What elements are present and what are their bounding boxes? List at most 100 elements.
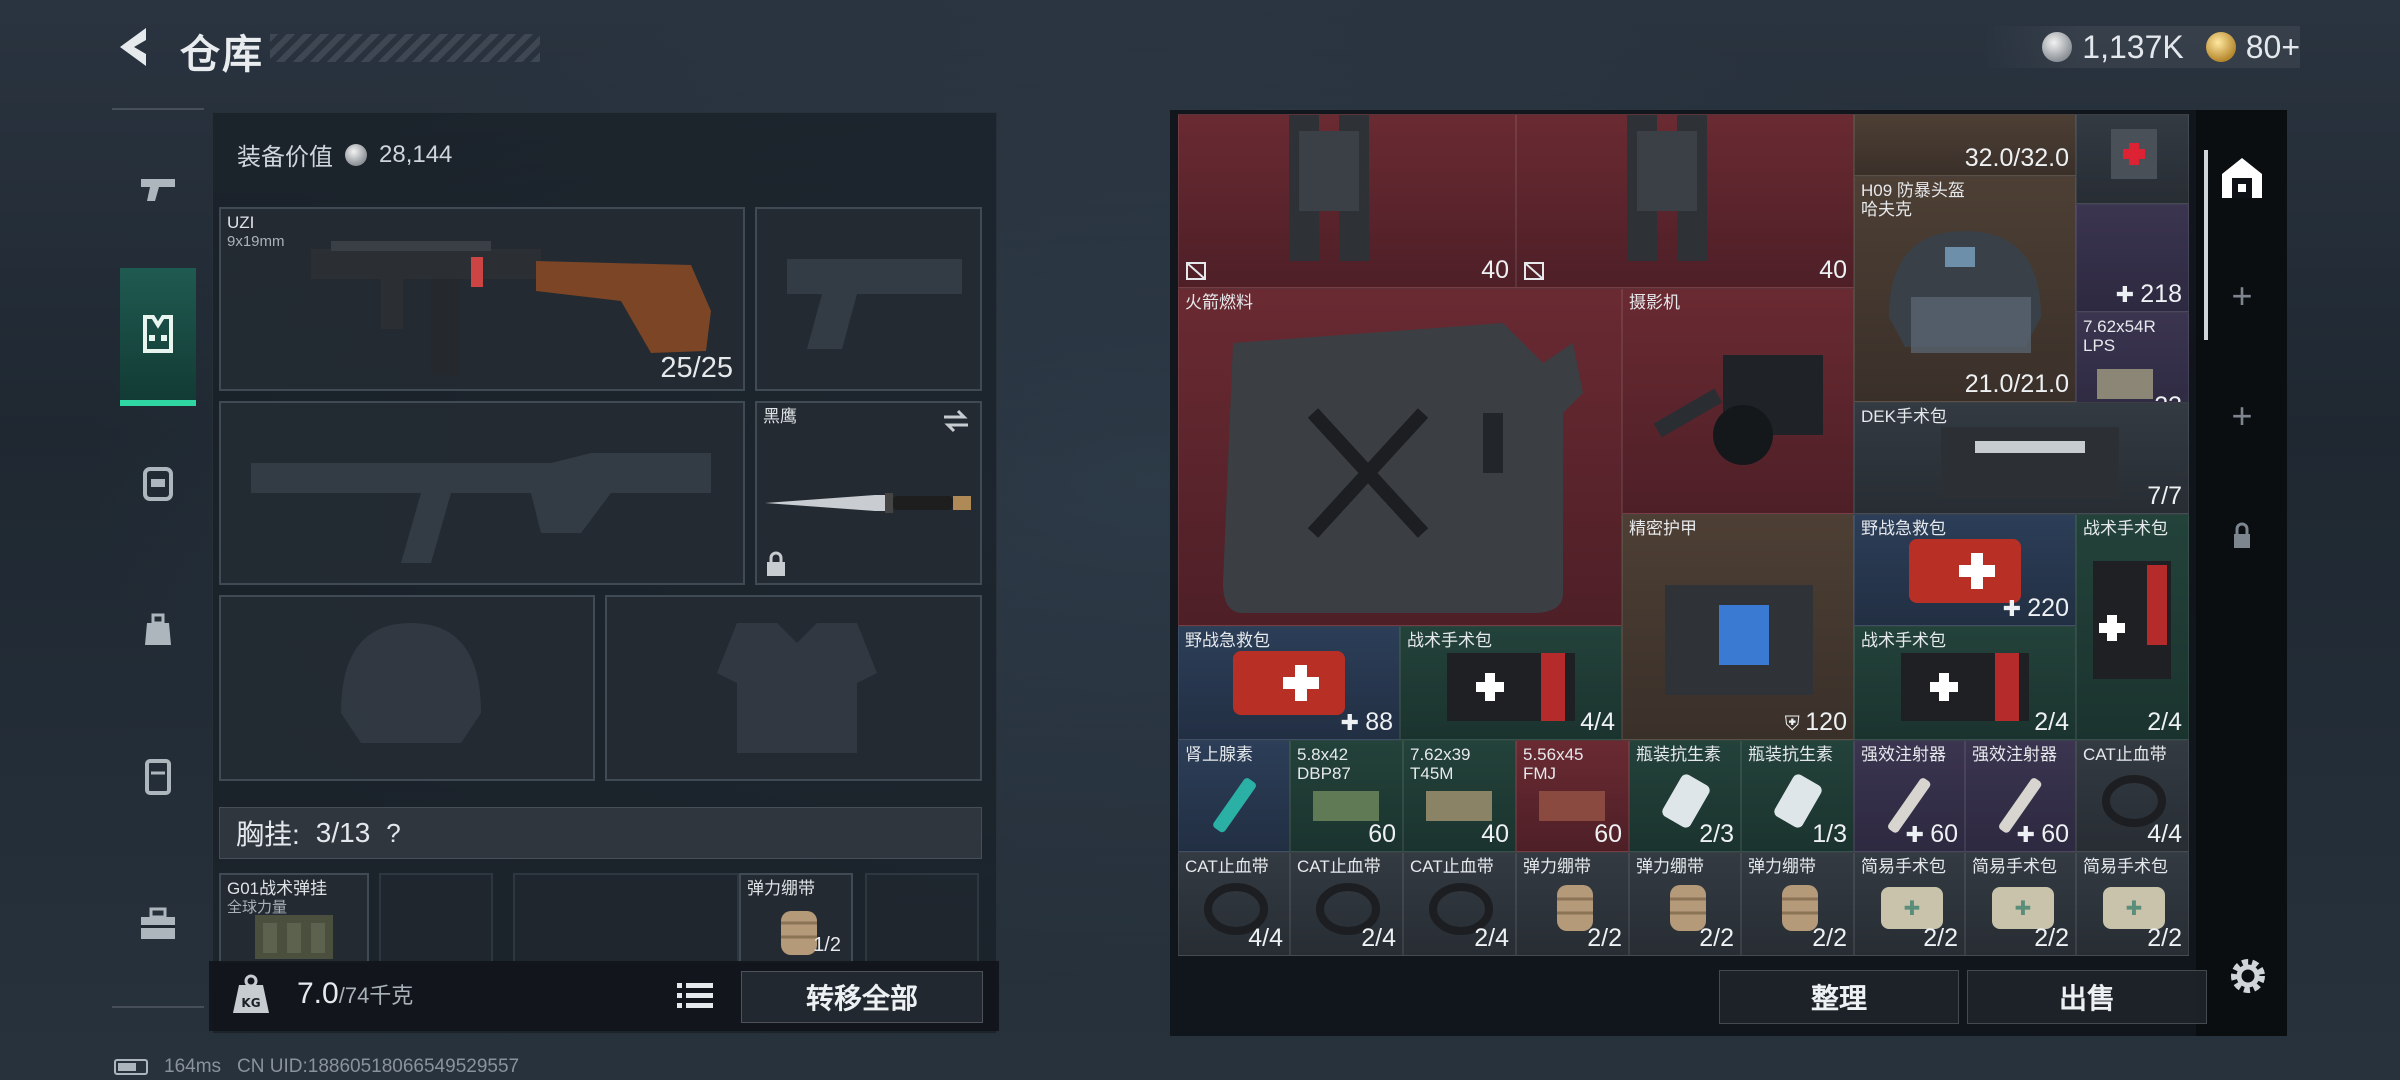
inventory-item-tactical-kit[interactable]: 战术手术包 2/4 bbox=[1854, 626, 2076, 740]
tactical-kit-image bbox=[1901, 653, 2029, 721]
inventory-item-medkit[interactable] bbox=[2076, 114, 2189, 204]
item-count: ✚ 218 bbox=[2115, 280, 2182, 308]
chest-slot-empty[interactable] bbox=[379, 873, 493, 963]
item-durability: ⛨ 120 bbox=[1784, 708, 1847, 736]
inventory-item-adrenaline[interactable]: 肾上腺素 bbox=[1178, 740, 1290, 852]
inventory-item-tourniquet[interactable]: CAT止血带 2/4 bbox=[1403, 852, 1516, 956]
add-tab-plus-icon[interactable]: + bbox=[2216, 390, 2268, 442]
no-insure-icon bbox=[1186, 262, 1206, 280]
secondary-rifle-slot[interactable] bbox=[219, 401, 745, 585]
inventory-item-ammo-556[interactable]: 5.56x45 FMJ 60 bbox=[1516, 740, 1629, 852]
inventory-item-field-kit[interactable]: 野战急救包 ✚ 88 bbox=[1178, 626, 1400, 740]
weapon-ammo: 25/25 bbox=[660, 352, 733, 384]
nav-toolbox[interactable] bbox=[120, 886, 196, 962]
vest-icon bbox=[143, 315, 173, 353]
swap-arrows-icon[interactable] bbox=[942, 409, 970, 433]
item-label: 战术手术包 bbox=[2083, 519, 2168, 538]
nav-pouch[interactable] bbox=[120, 592, 196, 668]
title-stripe bbox=[270, 34, 540, 62]
no-insure-icon bbox=[1524, 262, 1544, 280]
item-label: CAT止血带 bbox=[1297, 857, 1381, 876]
inventory-item-simple-kit[interactable]: 简易手术包 ✚ 2/2 bbox=[2076, 852, 2189, 956]
add-tab-plus-icon[interactable]: + bbox=[2216, 270, 2268, 322]
inventory-item-ammo-58[interactable]: 5.8x42 DBP87 60 bbox=[1290, 740, 1403, 852]
nav-case[interactable] bbox=[120, 738, 196, 814]
settings-gear-icon[interactable] bbox=[2224, 952, 2272, 1000]
nav-gear[interactable] bbox=[120, 268, 196, 406]
warehouse-grid: 40 40 32.0/32.0 H09 防暴头盔 哈夫克 21.0/21.0 ✚… bbox=[1178, 114, 2192, 956]
chest-bandage-item[interactable]: 弹力绷带 1/2 bbox=[739, 873, 853, 963]
inventory-item-rocket-fuel[interactable]: 火箭燃料 bbox=[1178, 288, 1622, 626]
nav-backpack[interactable] bbox=[120, 444, 196, 520]
sell-button[interactable]: 出售 bbox=[1967, 970, 2207, 1024]
inventory-item-tourniquet[interactable]: CAT止血带 4/4 bbox=[2076, 740, 2189, 852]
transfer-all-button[interactable]: 转移全部 bbox=[741, 971, 983, 1023]
inventory-item-injector[interactable]: 强效注射器 ✚ 60 bbox=[1965, 740, 2076, 852]
svg-text:✚: ✚ bbox=[1904, 896, 1921, 920]
field-kit-image bbox=[1233, 651, 1345, 715]
weight-text: 7.0/74千克 bbox=[297, 977, 413, 1011]
item-label: H09 防暴头盔 哈夫克 bbox=[1861, 181, 1965, 219]
lock-icon[interactable] bbox=[2216, 510, 2268, 562]
nav-weapons[interactable] bbox=[120, 150, 196, 226]
inventory-item-helmet[interactable]: H09 防暴头盔 哈夫克 21.0/21.0 bbox=[1854, 176, 2076, 402]
bandage-count: 1/2 bbox=[813, 934, 841, 956]
inventory-item-tactical-kit[interactable]: 战术手术包 2/4 bbox=[2076, 514, 2189, 740]
vest-image bbox=[1289, 115, 1369, 261]
primary-weapon-slot[interactable]: UZI 9x19mm 25/25 bbox=[219, 207, 745, 391]
melee-slot[interactable]: 黑鹰 bbox=[755, 401, 982, 585]
secondary-weapon-slot[interactable] bbox=[755, 207, 982, 391]
gold-currency[interactable]: 80+ bbox=[2205, 29, 2300, 66]
inventory-item-bandage[interactable]: 弹力绷带 2/2 bbox=[1741, 852, 1854, 956]
item-label: 弹力绷带 bbox=[1523, 857, 1591, 876]
silver-currency[interactable]: 1,137K bbox=[2042, 29, 2184, 66]
back-arrow-icon[interactable] bbox=[112, 24, 158, 70]
inventory-item-tactical-kit[interactable]: 战术手术包 4/4 bbox=[1400, 626, 1622, 740]
inventory-item-simple-kit[interactable]: 简易手术包 ✚ 2/2 bbox=[1854, 852, 1965, 956]
item-count: 60 bbox=[1594, 820, 1622, 848]
inventory-item-precise-armor[interactable]: 精密护甲 ⛨ 120 bbox=[1622, 514, 1854, 740]
inventory-item-camera[interactable]: 摄影机 bbox=[1622, 288, 1854, 514]
inventory-item-dek-kit[interactable]: DEK手术包 7/7 bbox=[1854, 402, 2189, 514]
inventory-item-bandage[interactable]: 弹力绷带 2/2 bbox=[1629, 852, 1741, 956]
helmet-slot[interactable] bbox=[219, 595, 595, 781]
chest-rig-item[interactable]: G01战术弹挂 全球力量 bbox=[219, 873, 369, 963]
inventory-item-simple-kit[interactable]: 简易手术包 ✚ 2/2 bbox=[1965, 852, 2076, 956]
item-count: 4/4 bbox=[1580, 708, 1615, 736]
jerrycan-image bbox=[1223, 323, 1583, 613]
inventory-item-ammo-762[interactable]: 7.62x39 T45M 40 bbox=[1403, 740, 1516, 852]
item-label: 强效注射器 bbox=[1861, 745, 1946, 764]
weight-kg-icon: KG bbox=[233, 974, 269, 1013]
inventory-item-antibiotic[interactable]: 瓶装抗生素 1/3 bbox=[1741, 740, 1854, 852]
warehouse-tab-icon[interactable] bbox=[2216, 152, 2268, 204]
inventory-item-armor[interactable]: 32.0/32.0 bbox=[1854, 114, 2076, 176]
list-icon[interactable] bbox=[673, 975, 717, 1015]
melee-name: 黑鹰 bbox=[763, 407, 797, 426]
inventory-item-tourniquet[interactable]: CAT止血带 4/4 bbox=[1178, 852, 1290, 956]
chest-slot-empty[interactable] bbox=[865, 873, 979, 963]
side-scrollbar[interactable] bbox=[2204, 150, 2208, 340]
backpack-icon bbox=[143, 467, 173, 501]
inventory-item-field-kit[interactable]: 野战急救包 ✚ 220 bbox=[1854, 514, 2076, 626]
inventory-item-med218[interactable]: ✚ 218 bbox=[2076, 204, 2189, 312]
inventory-item-bandage[interactable]: 弹力绷带 2/2 bbox=[1516, 852, 1629, 956]
chest-help-icon[interactable]: ? bbox=[386, 818, 400, 849]
item-label: 5.8x42 DBP87 bbox=[1297, 745, 1351, 783]
inventory-item-vest[interactable]: 40 bbox=[1178, 114, 1516, 288]
case-icon bbox=[145, 759, 171, 795]
inventory-item-vest[interactable]: 40 bbox=[1516, 114, 1854, 288]
medkit-image bbox=[2111, 129, 2157, 179]
item-count-value: 218 bbox=[2140, 280, 2182, 308]
inventory-item-tourniquet[interactable]: CAT止血带 2/4 bbox=[1290, 852, 1403, 956]
organize-button[interactable]: 整理 bbox=[1719, 970, 1959, 1024]
chest-label: 胸挂: bbox=[236, 819, 300, 850]
status-footer: 164ms CN UID:18860518066549529557 bbox=[114, 1056, 519, 1078]
primary-weapon-name: UZI 9x19mm bbox=[227, 213, 285, 251]
inventory-item-antibiotic[interactable]: 瓶装抗生素 2/3 bbox=[1629, 740, 1741, 852]
top-bar: 仓库 1,137K 80+ bbox=[0, 0, 2400, 100]
chest-slot-empty[interactable] bbox=[513, 873, 739, 963]
item-count: 4/4 bbox=[2147, 820, 2182, 848]
armor-slot[interactable] bbox=[605, 595, 982, 781]
item-count: ✚ 60 bbox=[2016, 820, 2069, 848]
inventory-item-injector[interactable]: 强效注射器 ✚ 60 bbox=[1854, 740, 1965, 852]
